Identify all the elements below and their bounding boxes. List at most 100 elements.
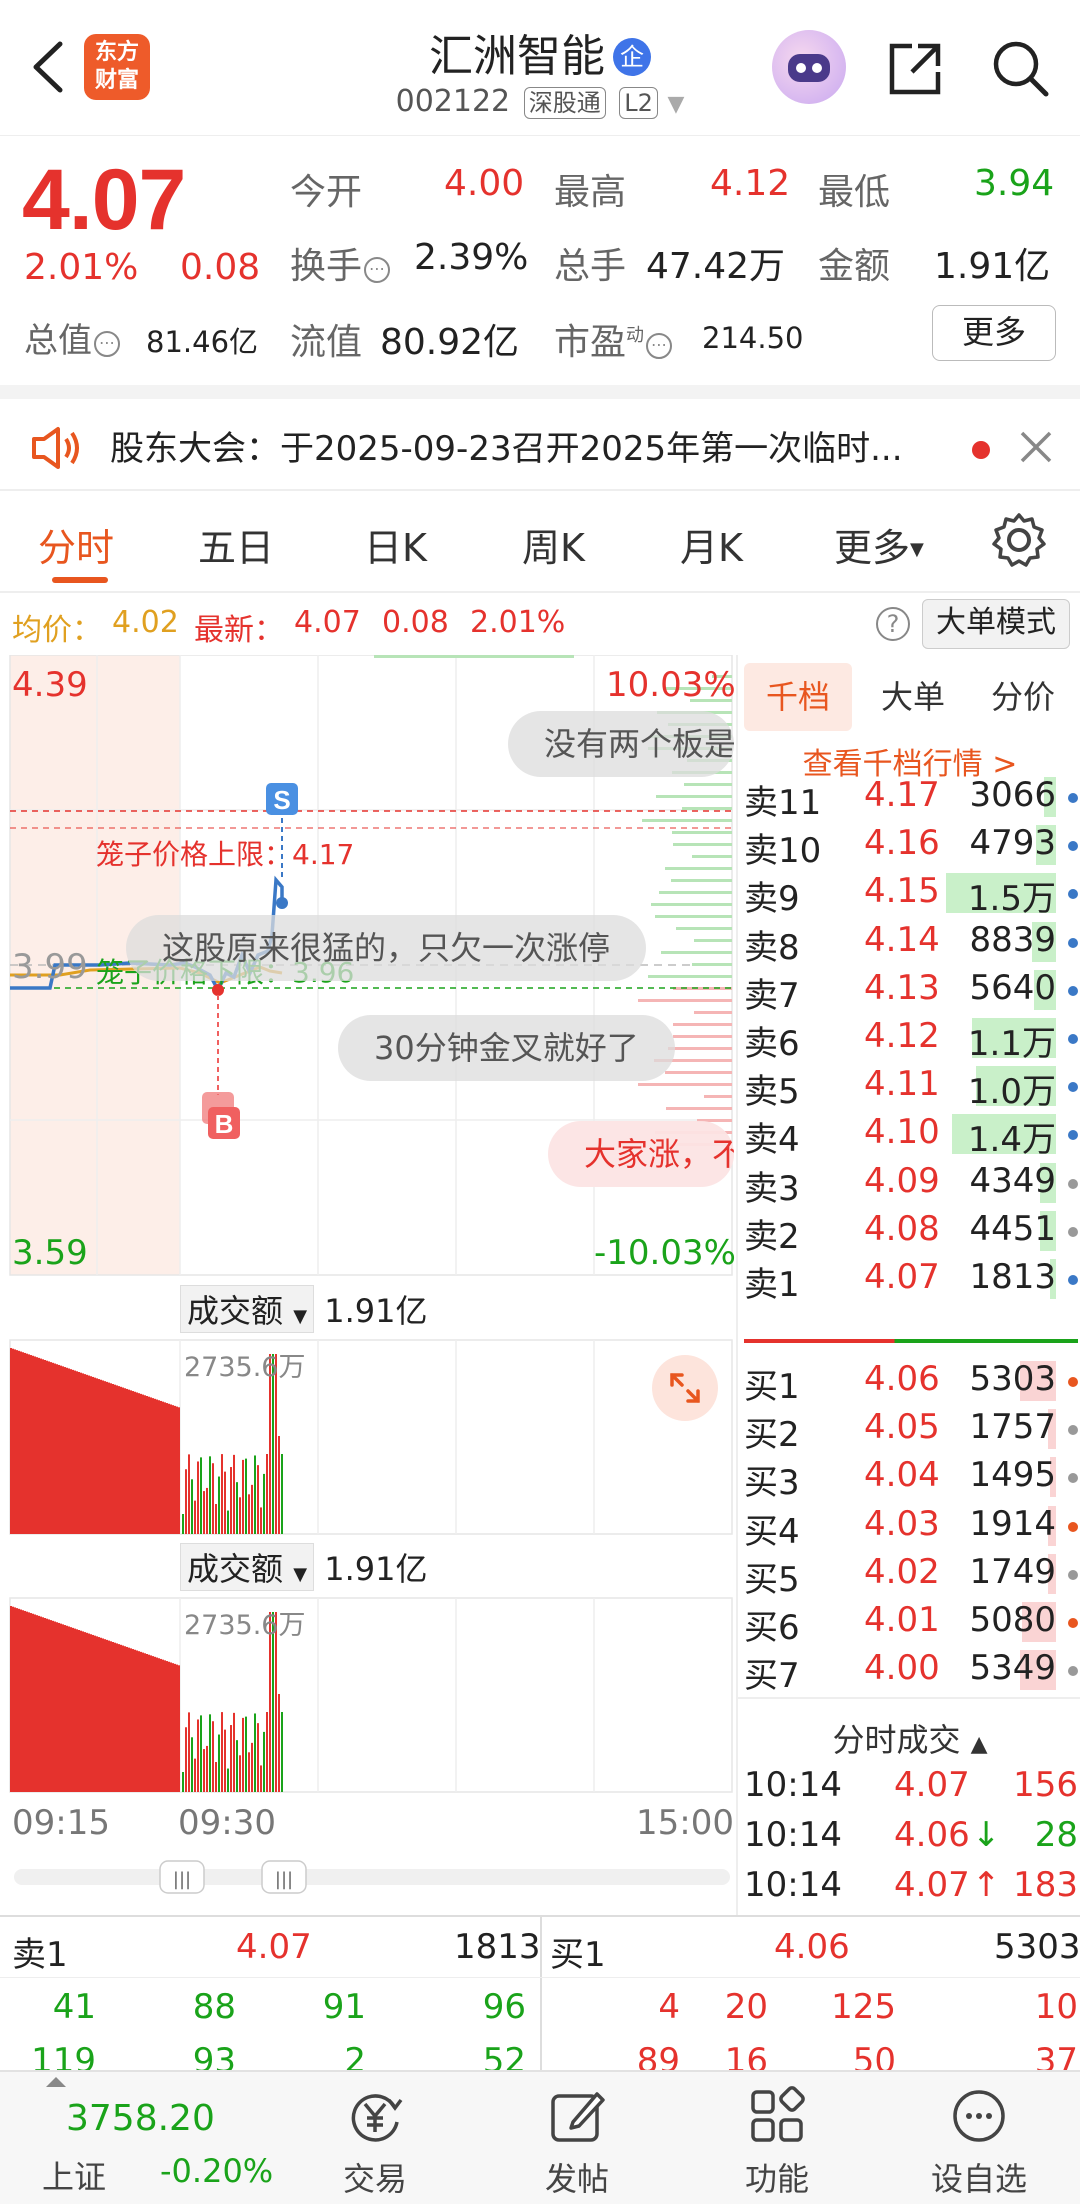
depth-bar xyxy=(642,819,732,822)
status-dot xyxy=(1068,1377,1078,1387)
volume-bar xyxy=(126,1388,128,1534)
bid-level-row[interactable]: 买3 4.04 1495 xyxy=(738,1455,1080,1503)
bid-level-row[interactable]: 买2 4.05 1757 xyxy=(738,1407,1080,1455)
l2-queue-volume: 93 xyxy=(192,2041,236,2070)
bid-level-row[interactable]: 买7 4.00 5349 xyxy=(738,1648,1080,1696)
nav-post[interactable]: 发帖 xyxy=(502,2072,652,2204)
volume-bar xyxy=(278,1436,280,1534)
ask-level-row[interactable]: 卖9 4.15 1.5万 xyxy=(738,871,1080,919)
volume-bar xyxy=(206,1487,208,1534)
volume-bar xyxy=(14,1349,16,1534)
volume-bar xyxy=(257,1465,259,1534)
tab-intraday[interactable]: 分时 xyxy=(38,517,114,572)
volume-bar xyxy=(227,1768,229,1792)
nav-add-watchlist[interactable]: 设自选 xyxy=(904,2072,1054,2204)
ask-level-row[interactable]: 卖6 4.12 1.1万 xyxy=(738,1016,1080,1064)
danmu-comment[interactable]: 没有两个板是 xyxy=(508,711,734,777)
ask-level-row[interactable]: 卖11 4.17 3066 xyxy=(738,775,1080,823)
expand-chart-icon[interactable] xyxy=(652,1355,718,1421)
level-price: 4.15 xyxy=(864,871,940,912)
search-icon[interactable] xyxy=(988,36,1052,100)
change-amount: 0.08 xyxy=(180,247,261,288)
ai-assistant-robot-icon[interactable] xyxy=(772,30,846,104)
bid-level-row[interactable]: 买6 4.01 5080 xyxy=(738,1600,1080,1648)
volume-bar xyxy=(257,1723,259,1792)
index-value[interactable]: 3758.20 xyxy=(66,2098,215,2139)
gear-icon[interactable] xyxy=(990,511,1048,569)
status-dot xyxy=(1068,1521,1078,1532)
volume-bar xyxy=(66,1367,68,1534)
status-dot xyxy=(1068,1425,1078,1436)
expand-up-icon[interactable] xyxy=(44,2074,68,2088)
danmu-comment[interactable]: 这股原来很猛的，只欠一次涨停 xyxy=(126,915,647,981)
volume-value: 47.42万 xyxy=(646,246,786,287)
depth-bar xyxy=(665,1071,732,1074)
high-label: 最高 xyxy=(554,172,627,213)
status-dot xyxy=(1068,985,1078,996)
tab-thousand-levels[interactable]: 千档 xyxy=(744,663,852,731)
volume-bar xyxy=(96,1378,98,1534)
tab-daily-k[interactable]: 日K xyxy=(364,517,427,572)
volume-bar xyxy=(209,1714,211,1792)
ask-level-row[interactable]: 卖10 4.16 4793 xyxy=(738,823,1080,871)
ask-level-row[interactable]: 卖3 4.09 4349 xyxy=(738,1161,1080,1209)
volume-bar xyxy=(170,1662,172,1792)
ask-level-row[interactable]: 卖2 4.08 4451 xyxy=(738,1209,1080,1257)
level-volume: 5640 xyxy=(969,967,1056,1008)
intraday-chart[interactable]: S B ||| ||| 4.39 3.99 3.59 10.03% -10.03… xyxy=(0,655,736,1915)
status-dot xyxy=(1068,1275,1078,1285)
ask-level-row[interactable]: 卖8 4.14 8839 xyxy=(738,920,1080,968)
volume-bar xyxy=(12,1348,14,1534)
more-quote-button[interactable]: 更多 xyxy=(932,305,1056,361)
danmu-comment[interactable]: 30分钟金叉就好了 xyxy=(338,1015,675,1081)
tick-trades-header[interactable]: 分时成交 ▲ xyxy=(738,1715,1080,1761)
level-volume: 5349 xyxy=(969,1648,1056,1689)
volume-bar xyxy=(100,1637,102,1792)
ask-level-row[interactable]: 卖5 4.11 1.0万 xyxy=(738,1064,1080,1112)
volume-bar xyxy=(245,1458,247,1534)
bid-level-row[interactable]: 买4 4.03 1914 xyxy=(738,1504,1080,1552)
notice-banner[interactable]: 股东大会：于2025-09-23召开2025年第一次临时... xyxy=(0,385,1080,491)
share-icon[interactable] xyxy=(884,36,948,100)
turnover-label[interactable]: 换手 ⋯ xyxy=(290,237,391,289)
time-start: 09:15 xyxy=(12,1803,110,1843)
nav-trade[interactable]: 交易 xyxy=(300,2072,450,2204)
bid-level-row[interactable]: 买1 4.06 5303 xyxy=(738,1359,1080,1407)
big-order-mode-button[interactable]: 大单模式 xyxy=(922,599,1070,649)
volume-bar xyxy=(70,1627,72,1792)
volume-bar xyxy=(188,1454,190,1534)
market-cap-label[interactable]: 总值 ⋯ xyxy=(24,313,120,362)
unread-dot xyxy=(972,441,990,459)
ask-level-row[interactable]: 卖7 4.13 5640 xyxy=(738,968,1080,1016)
info-icon: ⋯ xyxy=(364,257,391,283)
volume-bar xyxy=(74,1370,76,1534)
pe-label[interactable]: 市盈动 ⋯ xyxy=(554,313,673,365)
level-volume: 1.0万 xyxy=(967,1072,1056,1113)
ask-level-row[interactable]: 卖1 4.07 1813 xyxy=(738,1257,1080,1305)
tab-five-day[interactable]: 五日 xyxy=(198,517,274,572)
volume-bar xyxy=(224,1729,226,1792)
help-icon[interactable]: ? xyxy=(876,607,910,641)
close-icon[interactable] xyxy=(1018,429,1054,465)
index-name[interactable]: 上证 xyxy=(42,2152,106,2198)
tab-more[interactable]: 更多▼ xyxy=(834,517,924,572)
tab-big-orders[interactable]: 大单 xyxy=(860,663,966,731)
tab-weekly-k[interactable]: 周K xyxy=(522,517,585,572)
tab-price-distribution[interactable]: 分价 xyxy=(970,663,1076,731)
volume-indicator-2[interactable]: 成交额 ▼ 1.91亿 xyxy=(180,1543,427,1591)
bid-level-row[interactable]: 买5 4.02 1749 xyxy=(738,1552,1080,1600)
volume-bar xyxy=(162,1659,164,1792)
volume-indicator-1[interactable]: 成交额 ▼ 1.91亿 xyxy=(180,1285,427,1333)
volume-bar xyxy=(60,1365,62,1534)
danmu-comment[interactable]: 大家涨，不 xyxy=(548,1121,734,1187)
level-price: 4.07 xyxy=(864,1257,940,1297)
ask-level-row[interactable]: 卖4 4.10 1.4万 xyxy=(738,1112,1080,1160)
nav-functions[interactable]: 功能 xyxy=(702,2072,852,2204)
volume-bar xyxy=(90,1376,92,1534)
volume-bar xyxy=(239,1497,241,1534)
volume-bar xyxy=(66,1625,68,1792)
tab-monthly-k[interactable]: 月K xyxy=(680,517,743,572)
l2-queue-volume: 88 xyxy=(192,1987,236,2027)
index-change: -0.20% xyxy=(160,2152,274,2190)
time-scrollbar[interactable] xyxy=(14,1869,730,1885)
